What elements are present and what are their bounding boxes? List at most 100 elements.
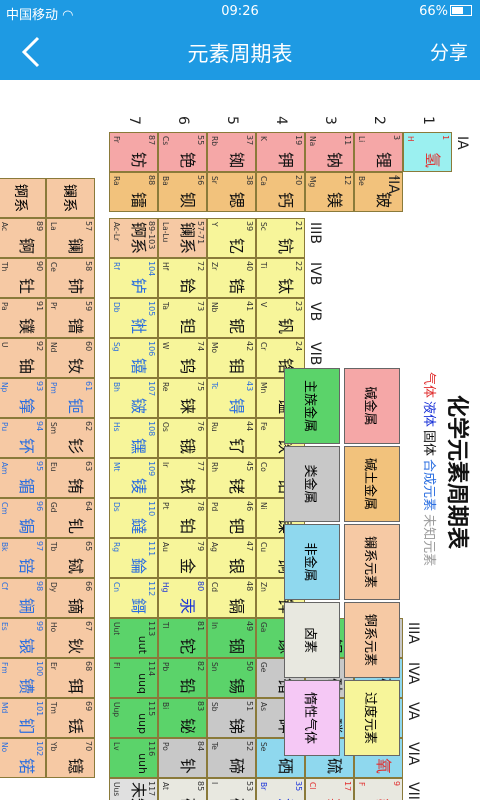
element-cell[interactable]: 46 钯 Pd [207, 498, 256, 538]
element-cell[interactable]: 84 钋 Po [158, 738, 207, 778]
element-cell[interactable]: 82 铅 Pb [158, 658, 207, 698]
element-cell[interactable]: 65 铽 Tb [46, 538, 95, 578]
element-cell[interactable]: 72 铪 Hf [158, 258, 207, 298]
element-cell[interactable]: 1 氢 H [403, 132, 452, 172]
element-cell[interactable]: 107 𬭛 Bh [109, 378, 158, 418]
element-cell[interactable]: 68 铒 Er [46, 658, 95, 698]
element-cell[interactable]: 95 镅 Am [0, 458, 46, 498]
element-cell[interactable]: 62 钐 Sm [46, 418, 95, 458]
element-cell[interactable]: 12 镁 Mg [305, 172, 354, 212]
element-cell[interactable]: 75 铼 Re [158, 378, 207, 418]
legend-item: 锕系元素 [344, 602, 400, 678]
element-cell[interactable]: 69 铥 Tm [46, 698, 95, 738]
element-cell[interactable]: 112 鎶 Cn [109, 578, 158, 618]
element-cell[interactable]: 109 鿏 Mt [109, 458, 158, 498]
element-cell[interactable]: 57-71 镧系 La-Lu [158, 218, 207, 258]
element-cell[interactable]: 92 铀 U [0, 338, 46, 378]
element-cell[interactable]: 53碘I [207, 778, 256, 800]
element-cell[interactable]: 37 铷 Rb [207, 132, 256, 172]
element-cell[interactable]: 110 鐽 Ds [109, 498, 158, 538]
element-cell[interactable]: 114 uuq Fl [109, 658, 158, 698]
element-cell[interactable]: 56 钡 Ba [158, 172, 207, 212]
element-cell[interactable]: 67 钬 Ho [46, 618, 95, 658]
element-cell[interactable]: 47 银 Ag [207, 538, 256, 578]
periodic-table-viewport[interactable]: 1氢H3锂Li4铍Be5硼B6碳C7氮N8氧O9氟F11钠Na12镁Mg13铝A… [0, 80, 480, 800]
element-cell[interactable]: 105 𬭊 Db [109, 298, 158, 338]
element-cell[interactable]: 87 钫 Fr [109, 132, 158, 172]
element-cell[interactable]: 3 锂 Li [354, 132, 403, 172]
element-cell[interactable]: 106 𬭳 Sg [109, 338, 158, 378]
element-cell[interactable]: 90 钍 Th [0, 258, 46, 298]
element-cell[interactable]: 115 uup Uup [109, 698, 158, 738]
element-cell[interactable]: 51 锑 Sb [207, 698, 256, 738]
element-cell[interactable]: 102 锘 No [0, 738, 46, 778]
element-cell[interactable]: 79 金 Au [158, 538, 207, 578]
element-cell[interactable]: 76 锇 Os [158, 418, 207, 458]
element-cell[interactable]: 66 镝 Dy [46, 578, 95, 618]
element-cell[interactable]: 42 钼 Mo [207, 338, 256, 378]
element-cell[interactable]: 81 铊 Tl [158, 618, 207, 658]
element-cell[interactable]: 52 碲 Te [207, 738, 256, 778]
element-cell[interactable]: 104 𬬻 Rf [109, 258, 158, 298]
element-cell[interactable]: 20 钙 Ca [256, 172, 305, 212]
element-cell[interactable]: 61 钷 Pm [46, 378, 95, 418]
element-cell[interactable]: 100 镄 Fm [0, 658, 46, 698]
element-cell[interactable]: 97 锫 Bk [0, 538, 46, 578]
element-cell[interactable]: 35溴Br [256, 778, 305, 800]
element-cell[interactable]: 41 铌 Nb [207, 298, 256, 338]
element-cell[interactable]: 88 镭 Ra [109, 172, 158, 212]
element-cell[interactable]: 111 錀 Rg [109, 538, 158, 578]
element-cell[interactable]: 40 锆 Zr [207, 258, 256, 298]
element-cell[interactable]: 43 锝 Tc [207, 378, 256, 418]
element-cell[interactable]: 80 汞 Hg [158, 578, 207, 618]
element-cell[interactable]: 113 uut Uut [109, 618, 158, 658]
element-cell[interactable]: 63 铕 Eu [46, 458, 95, 498]
element-cell[interactable]: 49 铟 In [207, 618, 256, 658]
element-cell[interactable]: 48 镉 Cd [207, 578, 256, 618]
element-cell[interactable]: 57 镧 La [46, 218, 95, 258]
element-cell[interactable]: 45 铑 Rh [207, 458, 256, 498]
element-cell[interactable]: 96 锔 Cm [0, 498, 46, 538]
element-cell[interactable]: 59 镨 Pr [46, 298, 95, 338]
element-cell[interactable]: 11 钠 Na [305, 132, 354, 172]
element-cell[interactable]: 89 锕 Ac [0, 218, 46, 258]
app-bar: 元素周期表 分享 [0, 24, 480, 80]
element-symbol: Ra [112, 176, 121, 186]
element-cell[interactable]: 73 钽 Ta [158, 298, 207, 338]
element-cell[interactable]: 64 钆 Gd [46, 498, 95, 538]
element-symbol: Ru [210, 422, 219, 432]
element-cell[interactable]: 17氯Cl [305, 778, 354, 800]
element-name: 镧系 [178, 221, 197, 254]
element-cell[interactable]: 55 铯 Cs [158, 132, 207, 172]
element-cell[interactable]: 21 钪 Sc [256, 218, 305, 258]
element-cell[interactable]: 108 𬭶 Hs [109, 418, 158, 458]
element-cell[interactable]: 85砹At [158, 778, 207, 800]
element-cell[interactable]: 101 钔 Md [0, 698, 46, 738]
element-cell[interactable]: 77 铱 Ir [158, 458, 207, 498]
element-cell[interactable]: 23 钒 V [256, 298, 305, 338]
element-cell[interactable]: 50 锡 Sn [207, 658, 256, 698]
element-cell[interactable]: 93 镎 Np [0, 378, 46, 418]
element-cell[interactable]: 117 未知 Uus [109, 778, 158, 800]
element-cell[interactable]: 9氟F [354, 778, 403, 800]
element-cell[interactable]: 74 钨 W [158, 338, 207, 378]
element-number: 110 [147, 501, 156, 517]
element-cell[interactable]: 89-103 锕系 Ac-Lr [109, 218, 158, 258]
element-cell[interactable]: 19 钾 K [256, 132, 305, 172]
element-cell[interactable]: 83 铋 Bi [158, 698, 207, 738]
element-cell[interactable]: 22 钛 Ti [256, 258, 305, 298]
element-cell[interactable]: 91 镤 Pa [0, 298, 46, 338]
element-cell[interactable]: 39 钇 Y [207, 218, 256, 258]
element-name: 镅 [17, 477, 36, 494]
share-button[interactable]: 分享 [430, 38, 468, 65]
element-cell[interactable]: 94 钚 Pu [0, 418, 46, 458]
element-cell[interactable]: 99 锿 Es [0, 618, 46, 658]
element-cell[interactable]: 116 uuh Lv [109, 738, 158, 778]
element-cell[interactable]: 98 锎 Cf [0, 578, 46, 618]
element-cell[interactable]: 58 铈 Ce [46, 258, 95, 298]
element-cell[interactable]: 60 钕 Nd [46, 338, 95, 378]
element-cell[interactable]: 78 铂 Pt [158, 498, 207, 538]
element-cell[interactable]: 44 钌 Ru [207, 418, 256, 458]
element-cell[interactable]: 38 锶 Sr [207, 172, 256, 212]
element-cell[interactable]: 70 镱 Yb [46, 738, 95, 778]
